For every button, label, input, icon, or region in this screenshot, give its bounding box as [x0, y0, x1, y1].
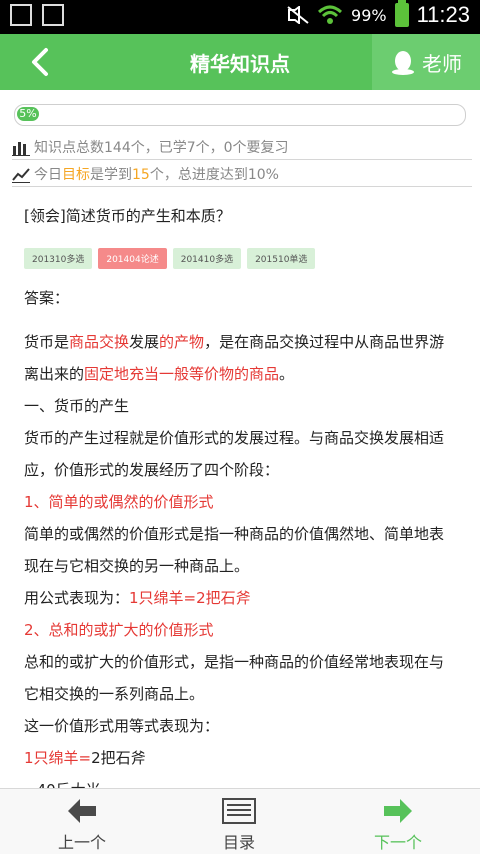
- stats-line1: 知识点总数144个，已学7个，0个要复习: [34, 140, 289, 156]
- goal-prefix: 今日: [34, 167, 62, 183]
- text: 。: [279, 365, 295, 383]
- text: 2把石斧: [91, 749, 146, 767]
- list-icon: [222, 798, 256, 824]
- battery-percent: 99%: [351, 5, 387, 25]
- section-heading: 一、货币的产生: [24, 397, 130, 415]
- mute-icon: [287, 6, 309, 24]
- arrow-right-icon: [384, 799, 412, 823]
- highlight-text: 商品交换: [69, 333, 130, 351]
- status-right: 99% 11:23: [287, 0, 470, 28]
- subsection-title: 总和的或扩大的价值形式: [48, 621, 214, 639]
- next-button[interactable]: 下一个: [338, 795, 458, 853]
- image-notification-icon: [42, 4, 64, 26]
- tag-201310: 201310多选: [24, 248, 93, 269]
- knowledge-content: [领会]简述货币的产生和本质？ 201310多选 201404论述 201410…: [24, 205, 456, 806]
- top-bar: 精华知识点 老师: [0, 34, 480, 90]
- formula-text: 1只绵羊=: [24, 749, 92, 767]
- bar-chart-icon: [12, 142, 30, 156]
- subsection-number: 2、: [24, 621, 49, 639]
- progress-fill: 5%: [17, 107, 39, 121]
- teacher-button[interactable]: 老师: [372, 34, 480, 90]
- next-label: 下一个: [373, 833, 422, 852]
- progress-bar: 5%: [14, 104, 466, 126]
- paragraph: 简单的或偶然的价值形式是指一种商品的价值偶然地、简单地表现在与它相交换的另一种商…: [24, 525, 445, 575]
- answer-label: 答案：: [24, 289, 70, 307]
- progress-label: 5%: [19, 107, 37, 120]
- text: 货币是: [24, 333, 70, 351]
- teacher-label: 老师: [422, 51, 462, 76]
- bottom-navigation: 上一个 目录 下一个: [0, 788, 480, 854]
- prev-label: 上一个: [57, 833, 106, 852]
- battery-icon: [394, 0, 409, 27]
- prev-button[interactable]: 上一个: [22, 795, 142, 853]
- exam-tags: 201310多选 201404论述 201410多选 201510单选: [24, 248, 456, 269]
- text: 用公式表现为：: [24, 589, 130, 607]
- goal-word: 目标: [62, 167, 90, 183]
- highlight-text: 的产物: [159, 333, 205, 351]
- daily-goal: 今日目标是学到15个，总进度达到10%: [12, 164, 472, 187]
- formula-text: 1只绵羊=2把石斧: [129, 589, 251, 607]
- tag-201404: 201404论述: [98, 248, 167, 269]
- status-bar: 99% 11:23: [0, 0, 480, 34]
- clock: 11:23: [416, 2, 470, 27]
- arrow-left-icon: [68, 799, 96, 823]
- app-notification-icon: [10, 4, 32, 26]
- trend-icon: [12, 168, 30, 183]
- goal-mid: 是学到: [90, 167, 132, 183]
- tag-201410: 201410多选: [172, 248, 242, 269]
- divider: [12, 186, 472, 187]
- knowledge-stats: 知识点总数144个，已学7个，0个要复习: [12, 137, 472, 160]
- subsection-number: 1、: [24, 493, 49, 511]
- formula-line: 用公式表现为：1只绵羊=2把石斧: [24, 582, 456, 614]
- toc-button[interactable]: 目录: [179, 795, 299, 853]
- definition-paragraph: 货币是商品交换发展的产物，是在商品交换过程中从商品世界游离出来的固定地充当一般等…: [24, 326, 456, 390]
- goal-count: 15: [132, 167, 150, 183]
- subsection-1: 1、简单的或偶然的价值形式: [24, 486, 456, 518]
- paragraph: 货币的产生过程就是价值形式的发展过程。与商品交换发展相适应，价值形式的发展经历了…: [24, 429, 445, 479]
- tag-201510: 201510单选: [247, 248, 316, 269]
- wifi-icon: [318, 5, 343, 24]
- goal-suffix: 个，总进度达到10%: [149, 167, 279, 183]
- question-title: [领会]简述货币的产生和本质？: [24, 207, 231, 225]
- toc-label: 目录: [222, 833, 255, 852]
- formula-line: 1只绵羊=2把石斧: [24, 742, 456, 774]
- paragraph: 总和的或扩大的价值形式，是指一种商品的价值经常地表现在与它相交换的一系列商品上。: [24, 653, 445, 703]
- divider: [12, 159, 472, 160]
- subsection-2: 2、总和的或扩大的价值形式: [24, 614, 456, 646]
- text: 发展: [129, 333, 160, 351]
- subsection-title: 简单的或偶然的价值形式: [48, 493, 214, 511]
- penguin-icon: [392, 51, 414, 75]
- status-left-icons: [10, 4, 64, 26]
- highlight-text: 固定地充当一般等价物的商品: [84, 365, 280, 383]
- paragraph: 这一价值形式用等式表现为：: [24, 717, 220, 735]
